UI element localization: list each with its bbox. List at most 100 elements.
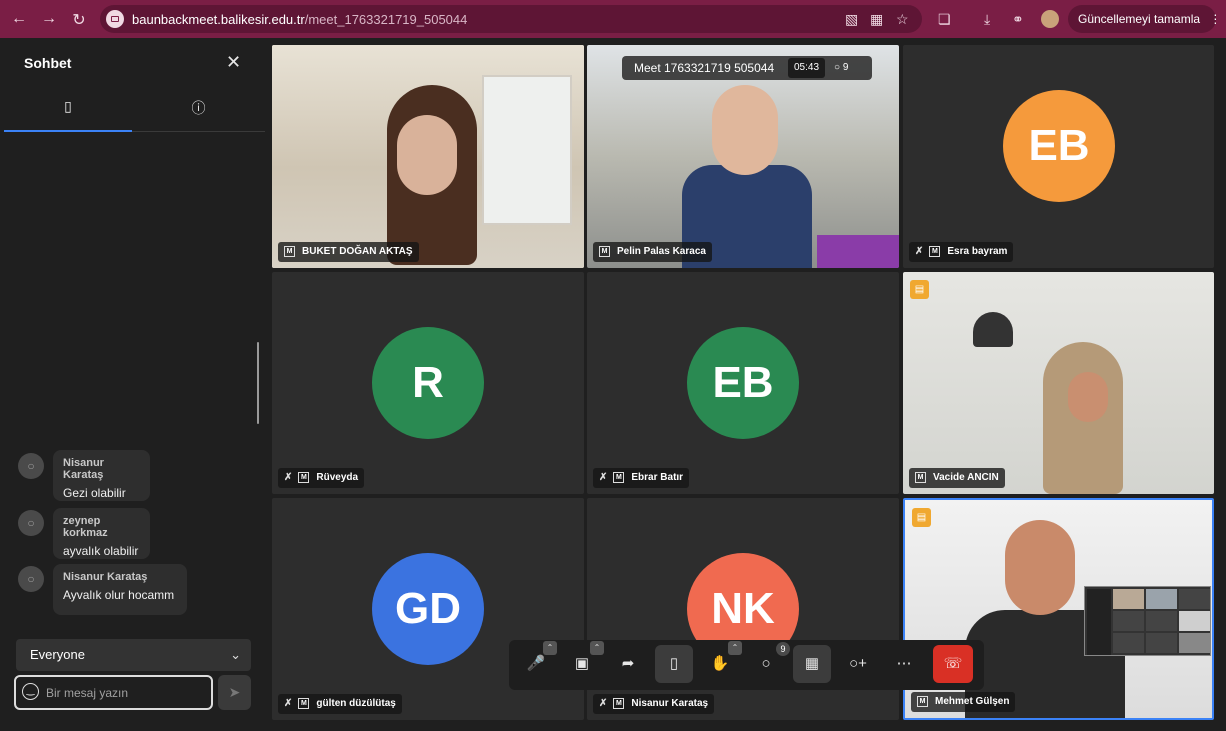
chevron-down-icon: ⌄ <box>230 647 241 662</box>
message-bubble: zeynep korkmaz ayvalık olabilir <box>53 508 150 559</box>
participant-face <box>397 115 457 195</box>
pip-sidebar <box>1087 589 1111 655</box>
chat-button[interactable]: ▯ <box>655 645 693 683</box>
avatar: EB <box>1003 90 1115 202</box>
tab-info[interactable]: ⓘ <box>132 88 265 132</box>
participant-name-tag: M BUKET DOĞAN AKTAŞ <box>278 242 419 262</box>
participant-name: Mehmet Gülşen <box>935 696 1010 707</box>
close-icon[interactable]: ✕ <box>226 52 241 73</box>
tab-chat[interactable]: ▯ <box>4 88 132 132</box>
moderator-badge: M <box>915 471 926 483</box>
message-input[interactable]: ‿ Bir mesaj yazın <box>14 675 213 710</box>
participant-name: gülten düzülütaş <box>316 698 396 709</box>
participant-name-tag: M Mehmet Gülşen <box>911 692 1016 712</box>
avatar: R <box>372 327 484 439</box>
reload-icon[interactable]: ↻ <box>66 10 92 30</box>
participant-name: Vacide ANCIN <box>933 472 999 483</box>
sync-icon[interactable]: ⚭ <box>1012 0 1024 38</box>
meeting-toolbar: 🎤 ⌃ ▣ ⌃ ➦ ▯ ✋ ⌃ ○ ▦ ○+ ⋯ ☏ <box>509 640 984 690</box>
moderator-badge: M <box>599 245 610 257</box>
message-text: ayvalık olabilir <box>63 544 139 558</box>
video-tile[interactable]: M BUKET DOĞAN AKTAŞ <box>272 45 584 268</box>
url-text[interactable]: baunbackmeet.balikesir.edu.tr/meet_17633… <box>132 12 467 27</box>
participant-name: Pelin Palas Karaca <box>617 246 706 257</box>
camera-icon: ▣ <box>574 655 590 672</box>
background-object <box>817 235 899 268</box>
message-bubble: Nisanur Karataş Gezi olabilir <box>53 450 150 501</box>
address-bar[interactable]: baunbackmeet.balikesir.edu.tr/meet_17633… <box>100 5 922 33</box>
url-domain: baunbackmeet.balikesir.edu.tr <box>132 11 305 27</box>
window-background <box>482 75 572 225</box>
participants-count-badge: 9 <box>776 642 790 656</box>
message-sender: zeynep korkmaz <box>63 515 108 539</box>
menu-kebab-icon[interactable]: ⋮ <box>1209 12 1221 26</box>
share-screen-icon: ➦ <box>621 655 635 672</box>
send-icon: ➤ <box>228 684 241 700</box>
update-button-label: Güncellemeyi tamamla <box>1078 12 1201 26</box>
signal-icon: ▤ <box>910 280 929 299</box>
mic-off-icon: ✗ <box>599 698 608 709</box>
participant-name: Rüveyda <box>316 472 359 483</box>
pip-tile <box>1146 589 1177 609</box>
camera-options-caret[interactable]: ⌃ <box>590 641 604 655</box>
reactions-caret[interactable]: ⌃ <box>728 641 742 655</box>
people-icon: ○ <box>834 62 841 73</box>
site-icon[interactable] <box>106 10 124 28</box>
translate-icon[interactable]: ▦ <box>870 5 883 33</box>
update-button[interactable]: Güncellemeyi tamamla ⋮ <box>1068 5 1221 33</box>
message-bubble: Nisanur Karataş Ayvalık olur hocamm <box>53 564 187 615</box>
pip-tile <box>1146 611 1177 631</box>
download-icon[interactable]: ⤓ <box>984 0 990 38</box>
participant-name: Esra bayram <box>947 246 1008 257</box>
end-call-button[interactable]: ☏ <box>933 645 973 683</box>
layout-button[interactable]: ▦ <box>793 645 831 683</box>
send-button[interactable]: ➤ <box>218 675 251 710</box>
browser-toolbar: ← → ↻ baunbackmeet.balikesir.edu.tr/meet… <box>0 0 1226 38</box>
hand-icon: ✋ <box>710 655 730 672</box>
profile-avatar[interactable] <box>1041 10 1059 28</box>
picture-in-picture-preview[interactable] <box>1084 586 1211 656</box>
emoji-icon[interactable]: ‿ <box>22 683 39 700</box>
participant-tile[interactable]: R ✗ M Rüveyda <box>272 272 584 494</box>
participants-icon: ○ <box>761 655 771 672</box>
participant-tile[interactable]: EB ✗ M Ebrar Batır <box>587 272 899 494</box>
more-icon: ⋯ <box>896 655 912 672</box>
moderator-badge: M <box>298 697 310 709</box>
moderator-badge: M <box>613 471 625 483</box>
back-icon[interactable]: ← <box>6 10 32 28</box>
participant-name-tag: ✗ M Nisanur Karataş <box>593 694 715 714</box>
participant-face <box>712 85 778 175</box>
pip-tile <box>1146 633 1177 653</box>
message-text: Gezi olabilir <box>63 486 126 500</box>
meeting-name: Meet 1763321719 505044 <box>634 61 775 75</box>
pip-tile <box>1179 589 1210 609</box>
participant-name: BUKET DOĞAN AKTAŞ <box>302 246 413 257</box>
video-tile[interactable]: ▤ M Vacide ANCIN <box>903 272 1214 494</box>
chat-bubble-icon: ▯ <box>669 655 679 672</box>
avatar: ○ <box>18 510 44 536</box>
mic-off-icon: ✗ <box>599 472 608 483</box>
chat-scrollbar[interactable] <box>257 342 259 424</box>
participant-tile[interactable]: EB ✗ M Esra bayram <box>903 45 1214 268</box>
moderator-badge: M <box>929 245 941 257</box>
cast-icon[interactable]: ▧ <box>845 5 858 33</box>
extensions-icon[interactable]: ❏ <box>938 0 951 38</box>
info-icon: ⓘ <box>191 100 206 116</box>
participant-count-value: 9 <box>842 62 849 73</box>
invite-button[interactable]: ○+ <box>839 645 877 683</box>
participant-name: Nisanur Karataş <box>631 698 709 709</box>
microphone-options-caret[interactable]: ⌃ <box>543 641 557 655</box>
message-sender: Nisanur Karataş <box>63 457 104 481</box>
forward-icon[interactable]: → <box>36 10 62 28</box>
avatar: ○ <box>18 453 44 479</box>
chat-panel: Sohbet ✕ ▯ ⓘ ○ Nisanur Karataş Gezi olab… <box>4 38 265 728</box>
participant-name-tag: ✗ Mgülten düzülütaş <box>278 694 402 714</box>
bookmark-star-icon[interactable]: ☆ <box>896 5 909 33</box>
recipient-select[interactable]: Everyone ⌄ <box>16 639 251 671</box>
mic-off-icon: ✗ <box>915 246 924 257</box>
more-options-button[interactable]: ⋯ <box>885 645 923 683</box>
participant-name: Ebrar Batır <box>631 472 684 483</box>
share-screen-button[interactable]: ➦ <box>609 645 647 683</box>
lamp-background <box>973 312 1013 347</box>
microphone-icon: 🎤 <box>526 655 546 672</box>
